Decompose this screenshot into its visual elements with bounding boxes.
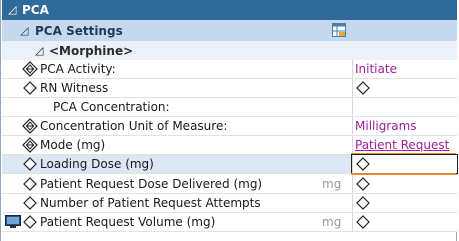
row-label: Patient Request Dose Delivered (mg) [40, 177, 263, 191]
diamond-icon [23, 81, 37, 95]
required-diamond-icon [22, 137, 38, 153]
monitor-icon[interactable] [5, 215, 21, 229]
morphine-group-title: <Morphine> [49, 44, 134, 58]
grid-table-icon[interactable] [332, 23, 346, 37]
diamond-icon [356, 215, 370, 229]
row-pca-activity[interactable]: PCA Activity: Initiate [2, 60, 457, 79]
row-label: RN Witness [40, 81, 109, 95]
value-text: Patient Request [355, 138, 450, 152]
diamond-icon [23, 157, 37, 171]
row-label: PCA Concentration: [53, 100, 170, 114]
collapse-triangle-icon[interactable]: ◿ [8, 3, 16, 16]
unit-label: mg [322, 215, 342, 229]
diamond-icon [356, 196, 370, 210]
value-cell[interactable] [352, 213, 457, 231]
unit-label: mg [322, 177, 342, 191]
pca-flowsheet-panel: ◿ PCA ◿ PCA Settings ◿ <Morphine> PCA Ac… [0, 0, 458, 241]
value-cell[interactable] [352, 175, 457, 193]
diamond-icon [23, 177, 37, 191]
value-cell-active[interactable] [351, 154, 458, 174]
value-cell[interactable]: Milligrams [352, 117, 457, 135]
value-text: Milligrams [355, 119, 417, 133]
row-loading-dose[interactable]: Loading Dose (mg) [2, 154, 458, 174]
value-cell[interactable] [352, 98, 457, 116]
collapse-triangle-icon[interactable]: ◿ [35, 44, 43, 57]
row-label: Concentration Unit of Measure: [40, 119, 228, 133]
value-cell[interactable] [352, 79, 457, 97]
row-request-attempts[interactable]: Number of Patient Request Attempts [2, 194, 457, 213]
morphine-group-header[interactable]: ◿ <Morphine> [2, 41, 457, 60]
row-label: Loading Dose (mg) [40, 157, 154, 171]
row-concentration-unit[interactable]: Concentration Unit of Measure: Milligram… [2, 117, 457, 136]
row-dose-delivered[interactable]: Patient Request Dose Delivered (mg) mg [2, 175, 457, 194]
pca-settings-header[interactable]: ◿ PCA Settings [2, 20, 457, 41]
collapse-triangle-icon[interactable]: ◿ [20, 24, 28, 37]
row-rn-witness[interactable]: RN Witness [2, 79, 457, 98]
diamond-icon [356, 157, 370, 171]
value-cell[interactable]: Initiate [352, 60, 457, 78]
diamond-icon [356, 177, 370, 191]
diamond-icon [23, 215, 37, 229]
row-label: Patient Request Volume (mg) [40, 215, 216, 229]
pca-section-title: PCA [22, 3, 49, 17]
value-cell[interactable]: Patient Request [352, 136, 457, 154]
row-pca-concentration[interactable]: PCA Concentration: [2, 98, 457, 117]
row-request-volume[interactable]: Patient Request Volume (mg) mg [2, 213, 457, 232]
diamond-icon [23, 196, 37, 210]
pca-settings-title: PCA Settings [35, 24, 123, 38]
diamond-icon [356, 81, 370, 95]
value-cell[interactable] [352, 194, 457, 212]
row-label: Mode (mg) [40, 138, 106, 152]
required-diamond-icon [22, 61, 38, 77]
pca-section-header[interactable]: ◿ PCA [2, 0, 457, 20]
value-text: Initiate [355, 62, 397, 76]
row-label: PCA Activity: [40, 62, 116, 76]
row-label: Number of Patient Request Attempts [40, 196, 261, 210]
required-diamond-icon [22, 118, 38, 134]
